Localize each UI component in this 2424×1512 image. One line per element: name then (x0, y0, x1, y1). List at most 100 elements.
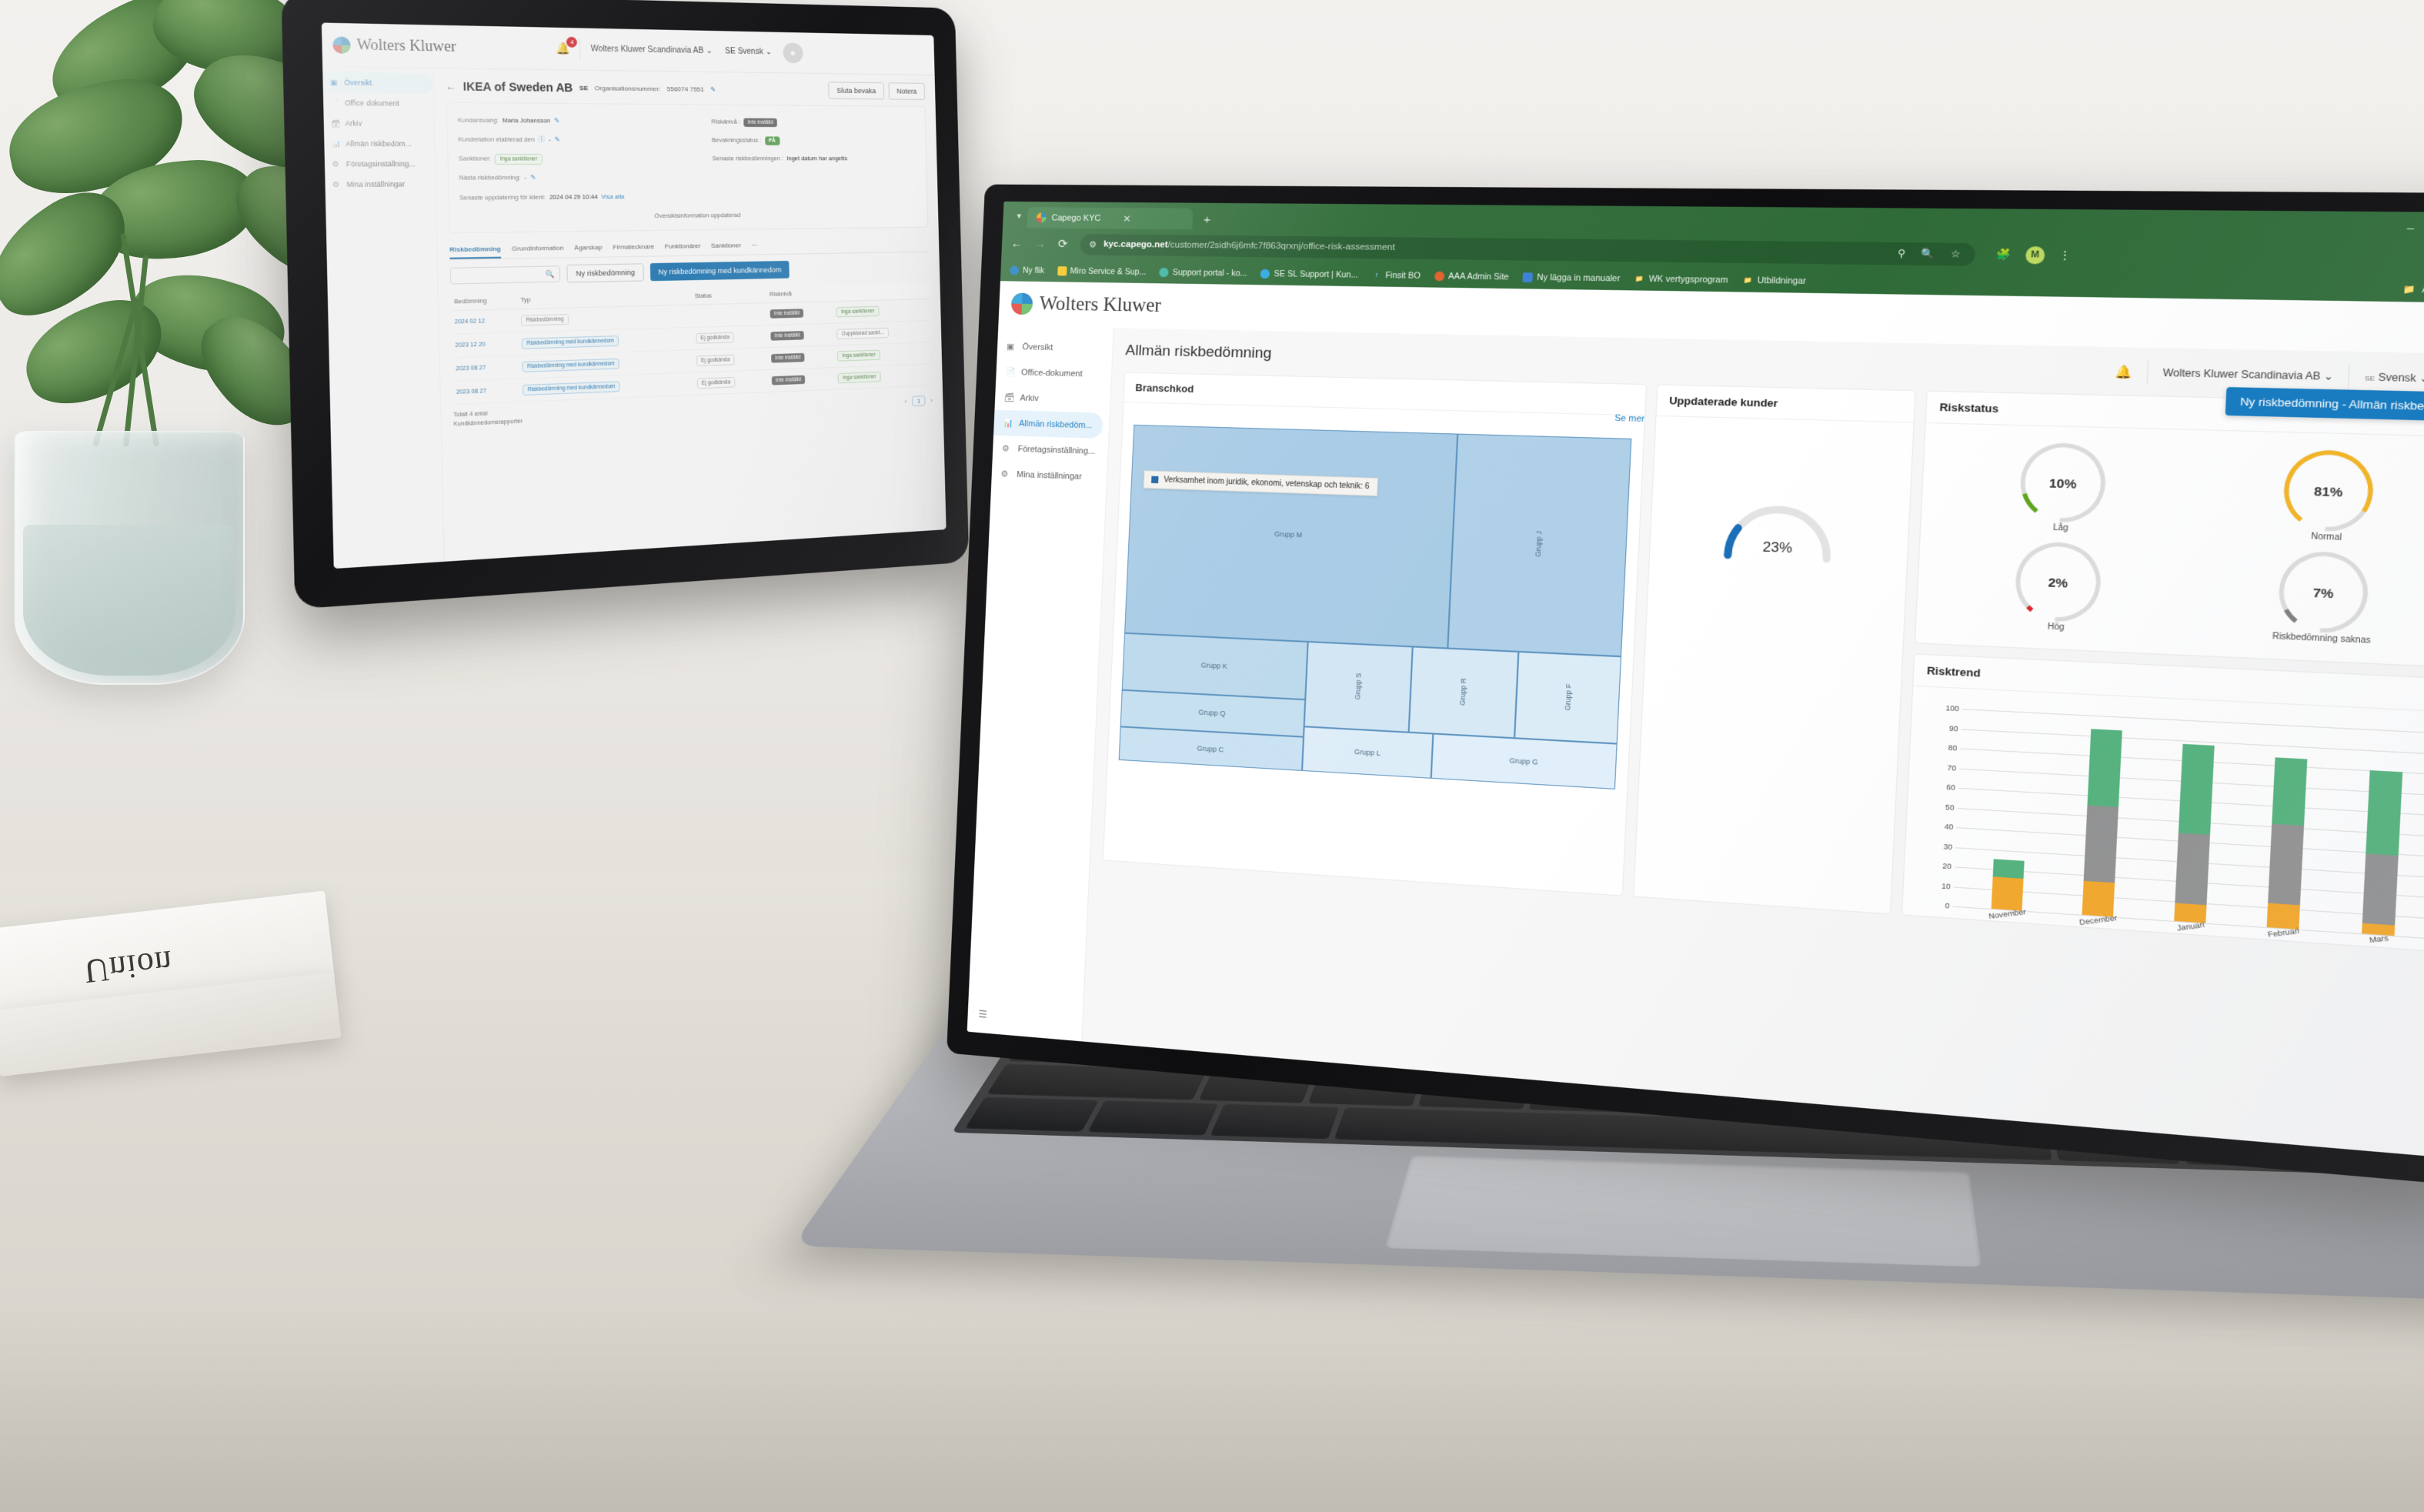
edit-pencil-icon[interactable]: ✎ (710, 85, 716, 92)
tab-grundinformation[interactable]: Grundinformation (512, 240, 564, 259)
tab-riskbedomning[interactable]: Riskbedömning (449, 241, 501, 259)
tablet-sidebar-item-riskbedomning[interactable]: 📊 Allmän riskbedöm... (324, 133, 434, 154)
treemap-cell-grupp-s[interactable]: Grupp S (1304, 642, 1412, 733)
tablet-language-selector[interactable]: SE Svensk ⌄ (725, 47, 772, 56)
x-label: Februari (2259, 925, 2309, 940)
all-bookmarks-button[interactable]: 📁All Bookmarks (2403, 283, 2424, 295)
folder-icon: 📁 (2403, 283, 2416, 295)
visa-alla-link[interactable]: Visa alla (601, 193, 624, 201)
treemap-cell-grupp-j[interactable]: Grupp J (1447, 434, 1632, 656)
tab-agarskap[interactable]: Ägarskap (574, 239, 603, 257)
tablet-sidebar-item-office[interactable]: 📄 Office dokument (323, 92, 433, 114)
org-selector[interactable]: Wolters Kluwer Scandinavia AB ⌄ (2148, 366, 2349, 382)
bell-icon[interactable]: 🔔 (2100, 364, 2148, 380)
edit-pencil-icon[interactable]: ✎ (554, 117, 559, 125)
bookmark-wk-vertygsprogram[interactable]: 📁 WK vertygsprogram (1634, 274, 1728, 285)
tablet-sidebar-item-oversikt[interactable]: ▣ Översikt (322, 72, 432, 94)
col-bedomning[interactable]: Bedömning (450, 292, 517, 311)
close-icon[interactable]: ✕ (1123, 213, 1131, 224)
treemap-cell-grupp-g[interactable]: Grupp G (1431, 734, 1618, 789)
tablet-search-input[interactable]: 🔍 (450, 265, 560, 284)
tab-more[interactable]: ⋯ (751, 238, 758, 255)
language-prefix: SE (2365, 375, 2376, 382)
y-tick: 20 (1925, 860, 1952, 870)
sidebar-item-allman-riskbedomning[interactable]: 📊 Allmän riskbedöm... (993, 410, 1103, 439)
bookmark-label: WK vertygsprogram (1648, 274, 1728, 285)
tablet-sidebar-item-foretagsinstallningar[interactable]: ⚙ Företagsinställning... (325, 154, 435, 175)
pager-next[interactable]: › (930, 397, 933, 404)
sidebar-item-arkiv[interactable]: 🗃 Arkiv (994, 385, 1110, 413)
trackpad[interactable] (1385, 1155, 1982, 1267)
pager-current[interactable]: 1 (912, 396, 926, 406)
bookmark-aaa-admin[interactable]: AAA Admin Site (1434, 271, 1509, 282)
treemap-cell-grupp-f[interactable]: Grupp F (1514, 651, 1621, 743)
treemap-cell-grupp-l[interactable]: Grupp L (1302, 726, 1434, 778)
pager-prev[interactable]: ‹ (905, 398, 907, 405)
bookmark-se-sl-support[interactable]: SE SL Support | Kun... (1260, 269, 1358, 279)
info-icon[interactable]: ⓘ (538, 135, 545, 143)
bar-november[interactable] (1992, 859, 2025, 911)
star-icon[interactable]: ☆ (1951, 248, 1961, 259)
se-mer-link[interactable]: Se mer (1614, 413, 1645, 424)
ny-riskbedomning-button[interactable]: Ny riskbedömning (566, 263, 644, 282)
browser-tab[interactable]: Capego KYC ✕ (1027, 207, 1193, 229)
archive-icon: 🗃 (1004, 392, 1014, 402)
tablet-notification-bell[interactable]: 🔔 4 (556, 42, 570, 55)
treemap-cell-grupp-m[interactable]: Grupp M (1124, 425, 1457, 648)
minimize-button[interactable]: – (2406, 221, 2414, 234)
ny-riskbedomning-kundkannedom-button[interactable]: Ny riskbedömning med kundkännedom (650, 261, 790, 281)
bar-mars[interactable] (2362, 770, 2402, 936)
forward-button[interactable]: → (1034, 237, 1047, 250)
bar-december[interactable] (2082, 729, 2122, 917)
sidebar-item-mina-installningar[interactable]: ⚙ Mina inställningar (991, 461, 1107, 490)
bookmark-utbildningar[interactable]: 📁 Utbildningar (1742, 275, 1806, 286)
status-badge: Ej godkända (696, 355, 735, 366)
tablet-breadcrumb: ← IKEA of Sweden AB SE Organisationsnumm… (446, 77, 925, 100)
tablet-avatar[interactable]: ● (783, 42, 803, 63)
back-button[interactable]: ← (1010, 237, 1022, 250)
edit-pencil-icon[interactable]: ✎ (554, 136, 559, 144)
bookmark-support-portal[interactable]: Support portal - ko... (1159, 267, 1247, 278)
col-risknivo[interactable]: Risknivå (766, 285, 833, 303)
chevron-down-icon[interactable]: ▾ (1010, 207, 1028, 224)
tab-firmatecknare[interactable]: Firmatecknare (613, 239, 654, 256)
bookmark-ny-flik[interactable]: Ny flik (1010, 265, 1044, 275)
x-label: November (1984, 906, 2032, 921)
gauge-value-label: 10% (2048, 477, 2076, 492)
bookmark-manualer[interactable]: Ny lägga in manualer (1523, 272, 1621, 283)
bar-februari[interactable] (2267, 757, 2308, 930)
tablet-org-selector[interactable]: Wolters Kluwer Scandinavia AB ⌄ (591, 45, 713, 55)
sluta-bevaka-button[interactable]: Sluta bevaka (828, 82, 884, 99)
reload-button[interactable]: ⟳ (1058, 237, 1068, 251)
treemap-cell-grupp-k[interactable]: Grupp K (1122, 633, 1308, 699)
profile-avatar[interactable]: M (2025, 245, 2045, 263)
puzzle-icon[interactable]: 🧩 (1996, 248, 2012, 262)
new-tab-button[interactable]: + (1193, 213, 1222, 227)
segment-normal (2082, 881, 2115, 917)
collapse-sidebar-icon[interactable]: ☰ (978, 1008, 987, 1021)
back-arrow-icon[interactable]: ← (446, 80, 456, 92)
branschkod-treemap[interactable]: Grupp M Grupp J Grupp K Grupp S Grupp R … (1119, 425, 1632, 789)
tab-sanktioner[interactable]: Sanktioner (711, 238, 742, 255)
sidebar-item-foretagsinstallningar[interactable]: ⚙ Företagsinställning... (993, 436, 1109, 465)
f-icon: f (1371, 270, 1381, 280)
branschkod-card: Branschkod Se mer Grupp M Grupp J Grupp … (1103, 372, 1648, 896)
key-icon[interactable]: ⚲ (1898, 248, 1906, 259)
bar-januari[interactable] (2174, 744, 2215, 923)
browser-menu-icon[interactable]: ⋮ (2058, 249, 2071, 262)
notera-button[interactable]: Notera (888, 82, 925, 100)
bookmark-finsit-bo[interactable]: f Finsit BO (1371, 270, 1421, 280)
tablet-sidebar-item-mina-installningar[interactable]: ⚙ Mina inställningar (325, 174, 435, 195)
sanction-badge: Inga sanktioner (495, 154, 543, 165)
tab-funktionarer[interactable]: Funktionärer (665, 239, 701, 256)
bookmark-miro[interactable]: Miro Service & Sup... (1057, 266, 1147, 277)
sidebar-item-oversikt[interactable]: ▣ Översikt (997, 333, 1113, 361)
treemap-cell-grupp-r[interactable]: Grupp R (1408, 646, 1518, 738)
tablet-sidebar-item-arkiv[interactable]: 🗃 Arkiv (323, 113, 433, 134)
language-selector[interactable]: SE Svensk ⌄ (2349, 371, 2424, 385)
site-settings-icon[interactable]: ⚙ (1089, 239, 1097, 249)
sidebar-item-office-dokument[interactable]: 📄 Office-dokument (996, 359, 1112, 388)
col-status[interactable]: Status (692, 285, 767, 305)
search-icon[interactable]: 🔍 (1922, 248, 1935, 259)
edit-pencil-icon[interactable]: ✎ (530, 174, 536, 182)
